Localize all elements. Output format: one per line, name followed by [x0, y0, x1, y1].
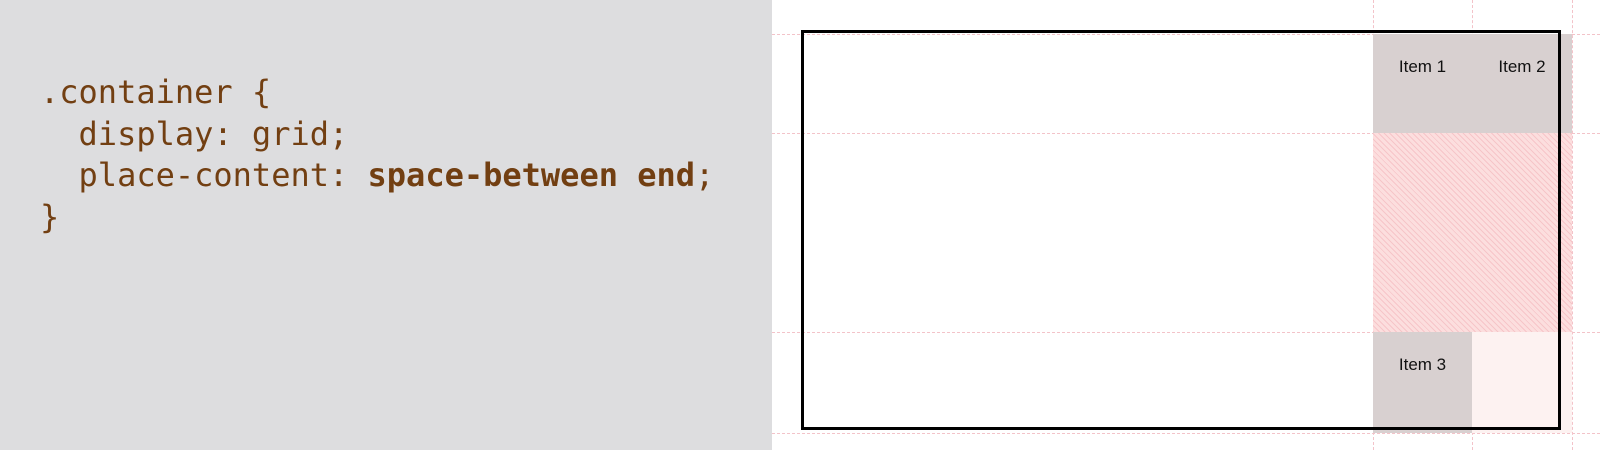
- grid-guide-line: [1572, 0, 1573, 450]
- grid-container-outline: [801, 30, 1561, 430]
- code-closing-brace: }: [40, 197, 60, 236]
- css-code-block: .container { display: grid; place-conten…: [40, 72, 714, 238]
- code-display-line: display: grid;: [40, 114, 349, 153]
- grid-guide-line: [772, 433, 1600, 434]
- code-panel: .container { display: grid; place-conten…: [0, 0, 772, 450]
- code-place-content-property: place-content:: [40, 156, 368, 194]
- code-semicolon: ;: [695, 156, 715, 194]
- code-selector-line: .container {: [40, 73, 272, 111]
- grid-demo-area: Item 1 Item 2 Item 3: [772, 0, 1600, 450]
- code-place-content-value: space-between end: [367, 156, 696, 194]
